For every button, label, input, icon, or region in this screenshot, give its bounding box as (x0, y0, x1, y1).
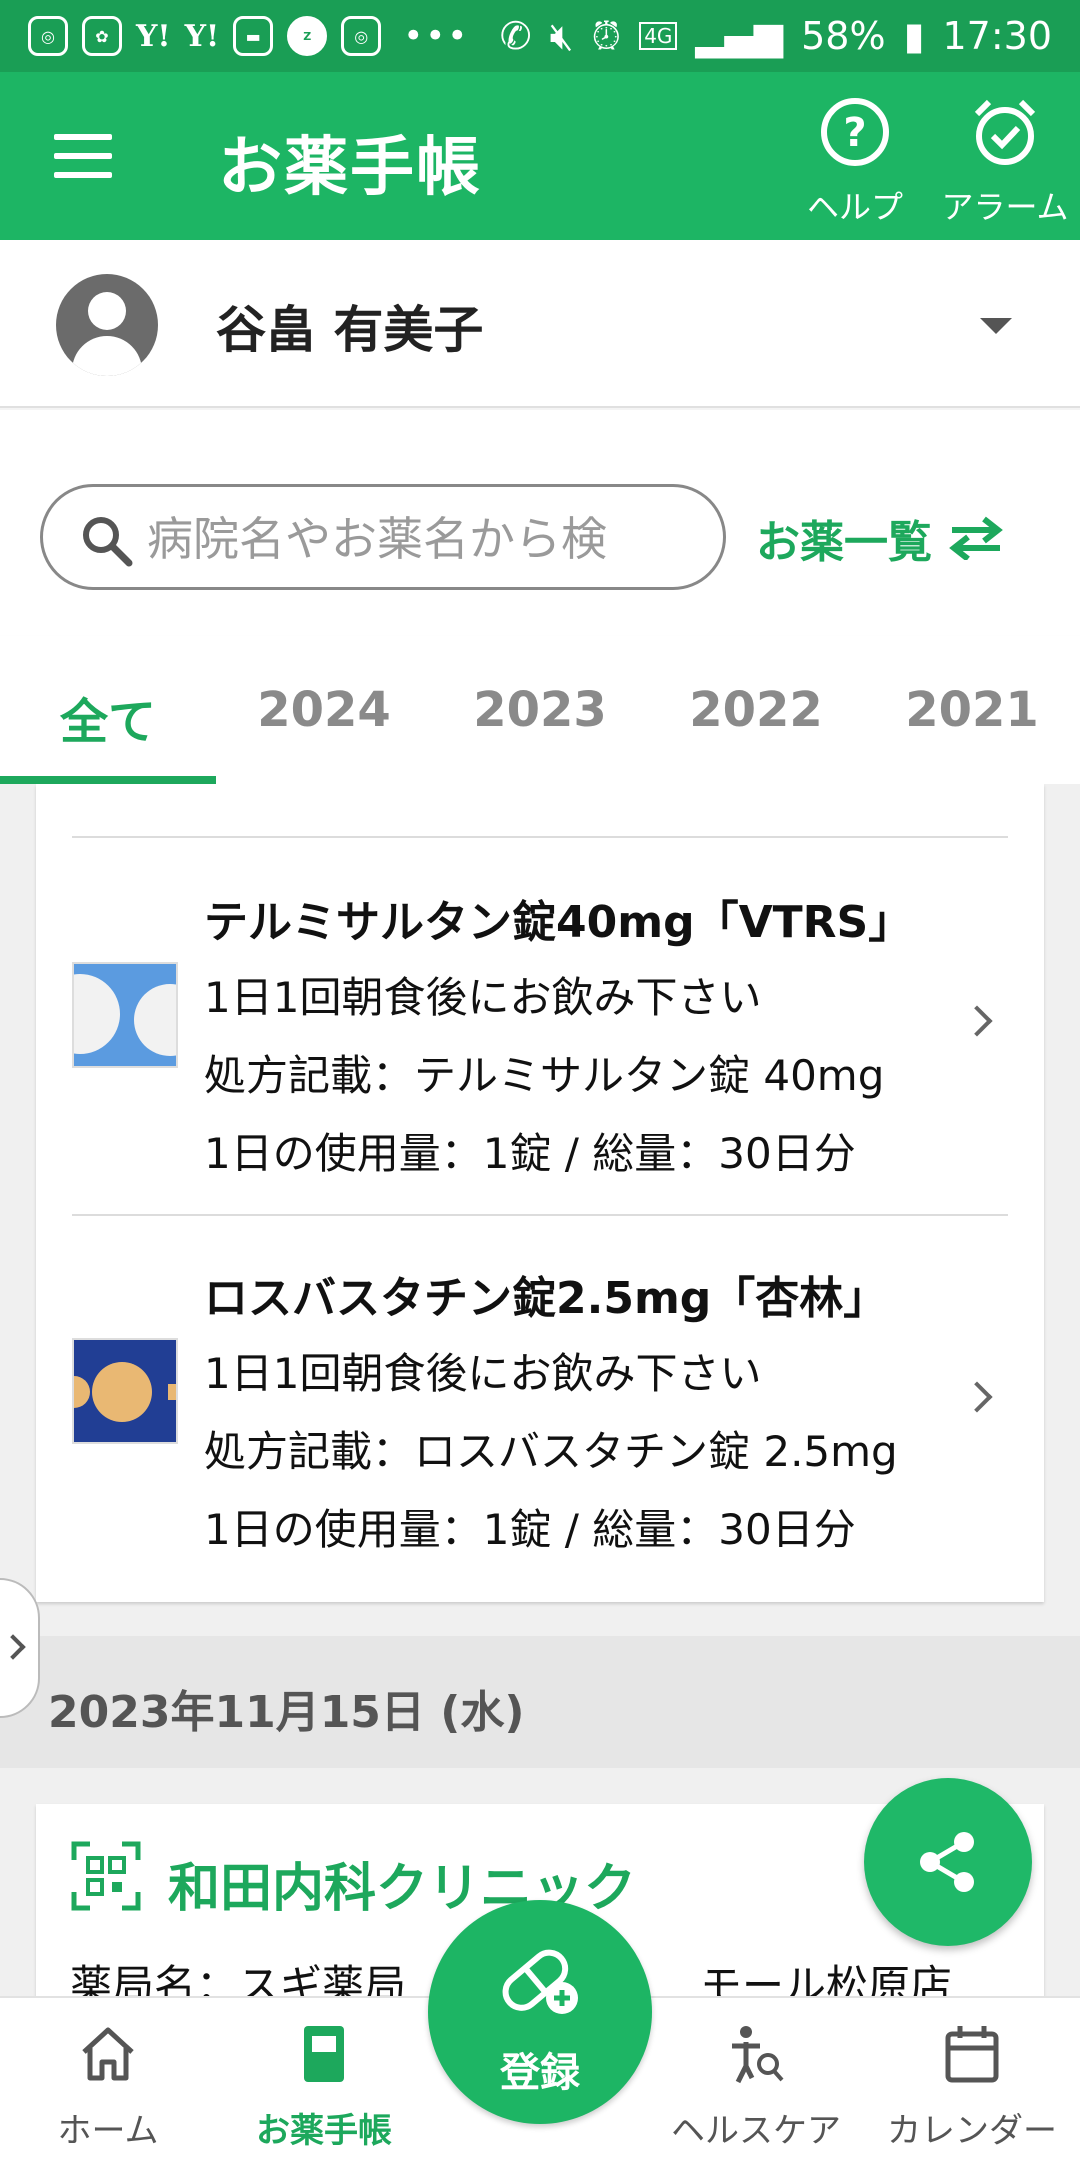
svg-text:?: ? (843, 110, 866, 156)
search-box[interactable] (40, 484, 726, 590)
lemon8-icon: ▬ (233, 16, 274, 56)
mute-icon: 🔇︎ (549, 13, 574, 58)
instagram-icon: ◎ (341, 16, 382, 56)
medication-name: ロスバスタチン錠2.5mg「杏林」 (204, 1273, 888, 1324)
healthcare-icon (732, 2026, 784, 2084)
nav-healthcare[interactable]: ヘルスケア (648, 2022, 864, 2152)
search-row: お薬一覧 (0, 410, 1080, 636)
chevron-right-icon (961, 1381, 993, 1413)
avatar (56, 274, 158, 376)
nav-calendar-label: カレンダー (887, 2111, 1057, 2151)
tab-2021[interactable]: 2021 (864, 682, 1080, 738)
profile-selector[interactable]: 谷畠 有美子 (0, 240, 1080, 408)
page-title: お薬手帳 (218, 131, 482, 205)
yahoo-icon: Y! (184, 18, 220, 54)
share-icon (920, 1832, 974, 1892)
swap-arrows-icon (949, 516, 1003, 560)
tab-all[interactable]: 全て (0, 682, 216, 752)
share-button[interactable] (864, 1778, 1032, 1946)
medication-prescription: 処方記載：テルミサルタン錠 40mg (204, 1051, 885, 1100)
year-tabs: 全て 2024 2023 2022 2021 (0, 636, 1080, 784)
date-label: 2023年11月15日 (水) (48, 1687, 525, 1738)
profile-name: 谷畠 有美子 (216, 301, 484, 359)
alarm-clock-icon (974, 99, 1036, 165)
medication-name: テルミサルタン錠40mg「VTRS」 (204, 897, 913, 948)
medication-dosage: 1日の使用量：1錠 / 総量：30日分 (204, 1505, 856, 1554)
nav-home[interactable]: ホーム (0, 2022, 216, 2152)
register-button[interactable]: 登録 (428, 1900, 652, 2124)
tab-indicator (0, 776, 216, 784)
medication-item[interactable]: ロスバスタチン錠2.5mg「杏林」 1日1回朝食後にお飲み下さい 処方記載：ロス… (36, 1216, 1044, 1592)
medication-prescription: 処方記載：ロスバスタチン錠 2.5mg (204, 1427, 898, 1476)
medication-usage: 1日1回朝食後にお飲み下さい (204, 973, 762, 1022)
help-label: ヘルプ (806, 188, 903, 226)
tab-2024[interactable]: 2024 (216, 682, 432, 738)
app-notification-icon: ✿ (82, 16, 122, 56)
more-notifications-icon: ••• (403, 16, 470, 56)
med-list-label: お薬一覧 (756, 517, 932, 568)
battery-icon: ▮ (903, 14, 925, 58)
nav-notebook-label: お薬手帳 (256, 2111, 392, 2151)
chevron-right-icon (961, 1005, 993, 1037)
prescription-card: テルミサルタン錠40mg「VTRS」 1日1回朝食後にお飲み下さい 処方記載：テ… (36, 784, 1044, 1602)
home-icon (82, 2027, 134, 2081)
status-bar: ◎ ✿ Y! Y! ▬ Z ◎ ••• ✆ 🔇︎ ⏰︎ 4G ▂▄▆ 58% ▮… (0, 0, 1080, 72)
network-type: 4G (639, 22, 678, 50)
add-medicine-icon (502, 1949, 578, 2014)
dropdown-arrow-icon[interactable] (980, 318, 1012, 334)
menu-icon[interactable] (54, 134, 112, 178)
yahoo-icon: Y! (136, 18, 171, 54)
nav-home-label: ホーム (57, 2111, 159, 2151)
nav-calendar[interactable]: カレンダー (864, 2022, 1080, 2152)
app-bar: お薬手帳 ? ヘルプ アラーム (0, 72, 1080, 240)
search-input[interactable] (147, 507, 687, 571)
qr-code-icon (71, 1841, 141, 1911)
medication-usage: 1日1回朝食後にお飲み下さい (204, 1349, 762, 1398)
battery-percent: 58% (801, 14, 886, 58)
help-icon: ? (821, 98, 889, 166)
alarm-label: アラーム (941, 188, 1069, 226)
notebook-icon (304, 2026, 344, 2082)
med-list-toggle[interactable]: お薬一覧 (756, 506, 1006, 570)
tab-2022[interactable]: 2022 (648, 682, 864, 738)
medication-item[interactable]: テルミサルタン錠40mg「VTRS」 1日1回朝食後にお飲み下さい 処方記載：テ… (36, 838, 1044, 1214)
signal-icon: ▂▄▆ (695, 14, 784, 58)
alarm-button[interactable]: アラーム (930, 96, 1080, 228)
medication-image (72, 1338, 178, 1444)
call-icon: ✆ (499, 14, 532, 58)
zozotown-icon: Z (287, 16, 328, 56)
date-header: 2023年11月15日 (水) (0, 1636, 1080, 1768)
nav-notebook[interactable]: お薬手帳 (216, 2022, 432, 2152)
clock: 17:30 (942, 14, 1052, 58)
side-drawer-handle[interactable] (0, 1578, 40, 1718)
calendar-icon (945, 2026, 999, 2083)
medication-image (72, 962, 178, 1068)
medication-dosage: 1日の使用量：1錠 / 総量：30日分 (204, 1129, 856, 1178)
search-icon (83, 517, 133, 567)
help-button[interactable]: ? ヘルプ (800, 96, 910, 228)
instagram-icon: ◎ (28, 16, 68, 56)
nav-healthcare-label: ヘルスケア (671, 2111, 841, 2151)
alarm-status-icon: ⏰︎ (591, 13, 622, 58)
tab-2023[interactable]: 2023 (432, 682, 648, 738)
register-label: 登録 (500, 2050, 580, 2096)
